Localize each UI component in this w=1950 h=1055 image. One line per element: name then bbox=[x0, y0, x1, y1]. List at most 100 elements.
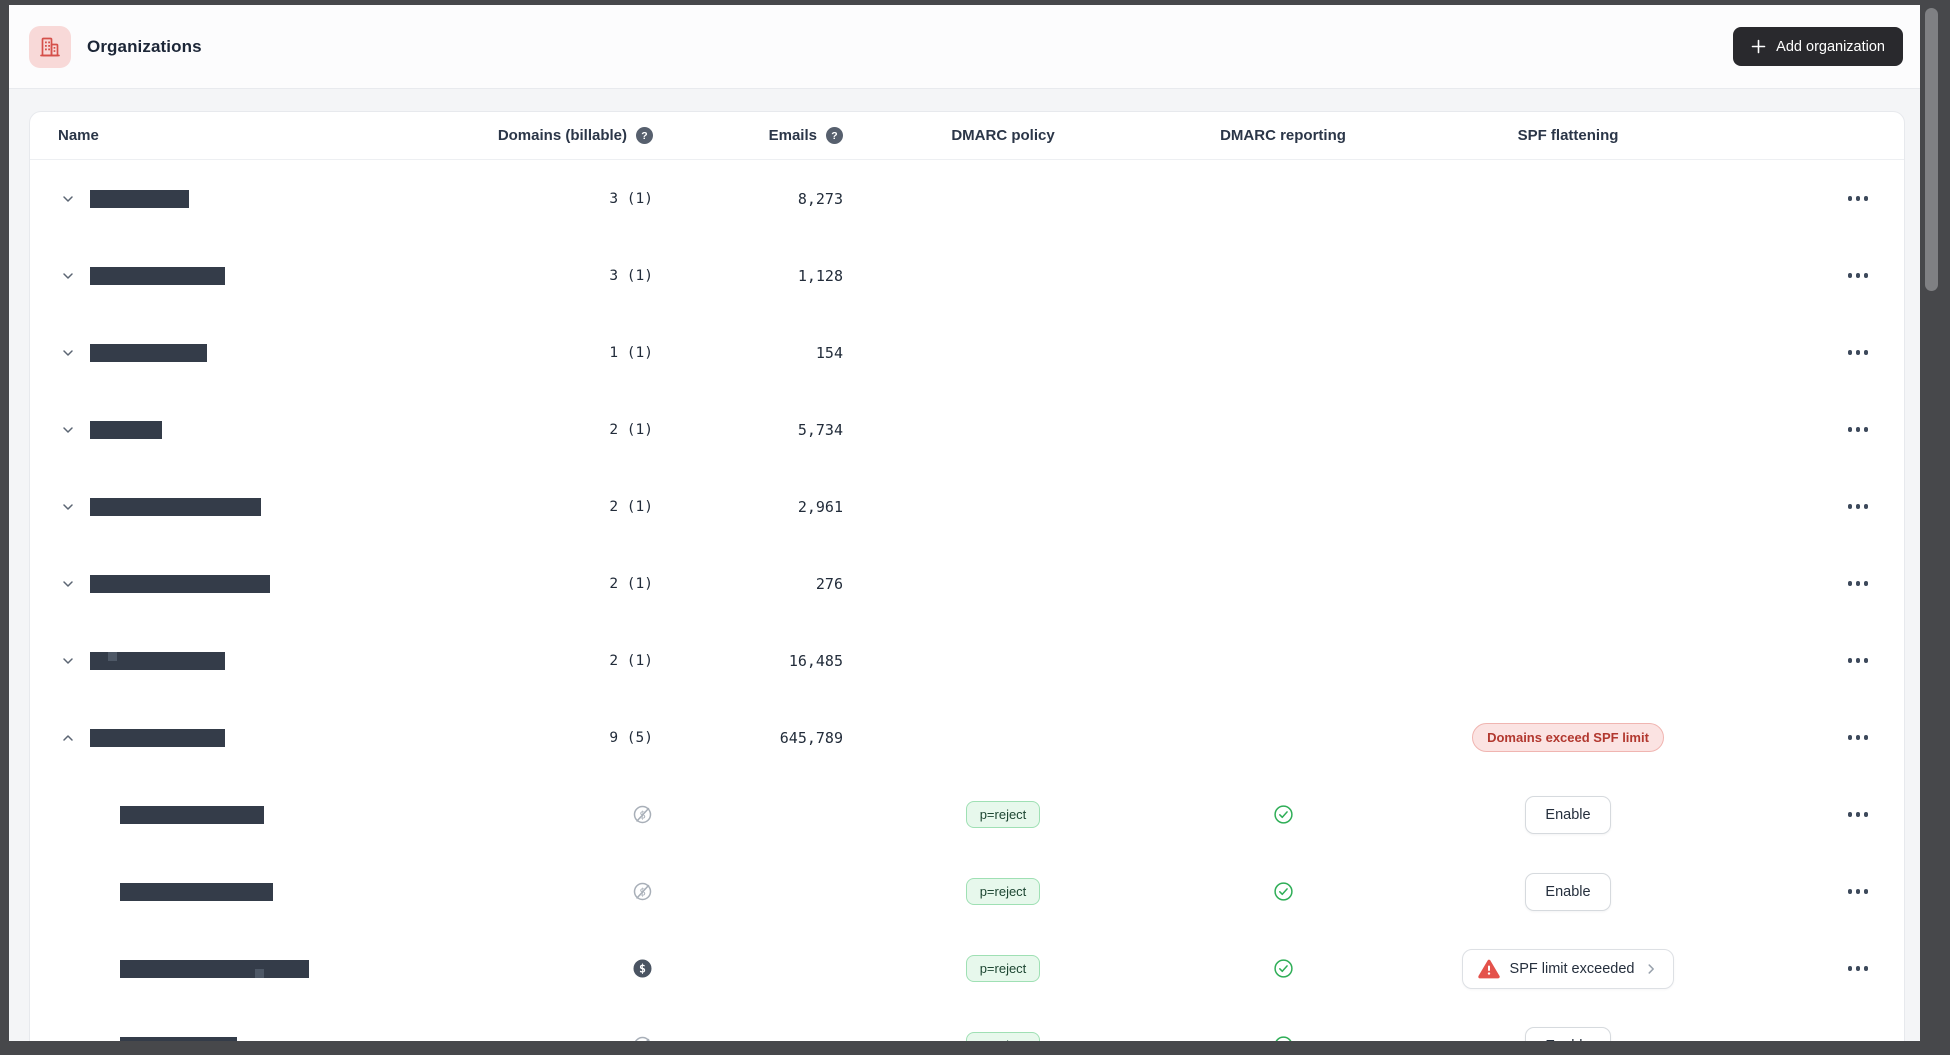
row-menu-button[interactable] bbox=[1846, 729, 1871, 746]
chevron-down-icon bbox=[63, 426, 73, 433]
warning-triangle-icon bbox=[1477, 959, 1500, 978]
domain-row[interactable]: $ p=reject Enable bbox=[30, 853, 1904, 930]
redacted-name bbox=[90, 651, 225, 670]
name-cell bbox=[58, 651, 488, 671]
row-menu-button[interactable] bbox=[1846, 652, 1871, 669]
chevron-down-icon bbox=[63, 272, 73, 279]
domain-row[interactable]: $ p=reject Enable bbox=[30, 776, 1904, 853]
domain-row[interactable]: $ p=reject SPF limit exceeded bbox=[30, 930, 1904, 1007]
name-cell bbox=[58, 420, 488, 440]
row-actions-cell bbox=[1733, 652, 1876, 669]
emails-count: 2,961 bbox=[797, 497, 843, 516]
dmarc-policy-cell: p=reject bbox=[843, 801, 1163, 828]
expand-row-button[interactable] bbox=[58, 651, 78, 671]
expand-row-button[interactable] bbox=[58, 266, 78, 286]
table-header-row: Name Domains (billable) ? Emails ? DMARC… bbox=[30, 112, 1904, 160]
emails-help-icon[interactable]: ? bbox=[826, 127, 843, 144]
expand-row-button[interactable] bbox=[58, 189, 78, 209]
spf-enable-button[interactable]: Enable bbox=[1525, 872, 1611, 911]
organization-row[interactable]: 2 (1) 276 bbox=[30, 545, 1904, 622]
top-bar: Organizations Add organization bbox=[9, 5, 1920, 89]
redacted-name bbox=[120, 882, 273, 901]
domains-count: 2 (1) bbox=[609, 652, 653, 669]
name-cell bbox=[58, 497, 488, 517]
name-cell bbox=[58, 882, 488, 901]
organization-row[interactable]: 2 (1) 5,734 bbox=[30, 391, 1904, 468]
row-actions-cell bbox=[1733, 267, 1876, 284]
dmarc-reporting-cell bbox=[1163, 804, 1403, 825]
domain-row[interactable]: $ p=reject Enable bbox=[30, 1007, 1904, 1041]
chevron-down-icon bbox=[63, 657, 73, 664]
expand-row-button[interactable] bbox=[58, 343, 78, 363]
domains-count: 9 (5) bbox=[609, 729, 653, 746]
redacted-name bbox=[90, 343, 207, 362]
spf-flattening-cell: Enable bbox=[1403, 1026, 1733, 1041]
chevron-down-icon bbox=[63, 349, 73, 356]
row-menu-button[interactable] bbox=[1846, 267, 1871, 284]
row-actions-cell bbox=[1733, 575, 1876, 592]
row-actions-cell bbox=[1733, 806, 1876, 823]
row-menu-button[interactable] bbox=[1846, 960, 1871, 977]
collapse-row-button[interactable] bbox=[58, 728, 78, 748]
redacted-name bbox=[120, 959, 309, 978]
dmarc-reporting-ok-icon bbox=[1273, 882, 1293, 901]
organization-row[interactable]: 1 (1) 154 bbox=[30, 314, 1904, 391]
row-menu-button[interactable] bbox=[1846, 806, 1871, 823]
name-cell bbox=[58, 1036, 488, 1041]
row-menu-button[interactable] bbox=[1846, 575, 1871, 592]
expand-row-button[interactable] bbox=[58, 420, 78, 440]
emails-count: 1,128 bbox=[797, 266, 843, 285]
row-actions-cell bbox=[1733, 729, 1876, 746]
expand-row-button[interactable] bbox=[58, 497, 78, 517]
add-organization-button[interactable]: Add organization bbox=[1733, 27, 1903, 66]
organization-row[interactable]: 2 (1) 2,961 bbox=[30, 468, 1904, 545]
page-body: Name Domains (billable) ? Emails ? DMARC… bbox=[9, 89, 1920, 1041]
row-menu-button[interactable] bbox=[1846, 190, 1871, 207]
dmarc-policy-badge: p=reject bbox=[965, 801, 1041, 828]
name-cell bbox=[58, 728, 488, 748]
domains-help-icon[interactable]: ? bbox=[636, 127, 653, 144]
organization-row[interactable]: 2 (1) 16,485 bbox=[30, 622, 1904, 699]
non-billable-icon: $ bbox=[634, 1036, 651, 1041]
organizations-table-card: Name Domains (billable) ? Emails ? DMARC… bbox=[29, 111, 1905, 1041]
dmarc-reporting-cell bbox=[1163, 1035, 1403, 1041]
spf-limit-exceeded-button[interactable]: SPF limit exceeded bbox=[1461, 948, 1675, 989]
domains-count: 2 (1) bbox=[609, 498, 653, 515]
vertical-scrollbar-thumb[interactable] bbox=[1925, 8, 1938, 291]
redacted-name bbox=[120, 1036, 237, 1041]
expand-row-button[interactable] bbox=[58, 574, 78, 594]
name-cell bbox=[58, 189, 488, 209]
emails-count: 645,789 bbox=[779, 728, 843, 747]
dmarc-reporting-ok-icon bbox=[1275, 1036, 1291, 1041]
row-menu-button[interactable] bbox=[1846, 498, 1871, 515]
plus-icon bbox=[1751, 39, 1766, 54]
table-body: 3 (1) 8,273 3 (1) 1,128 1 (1) 154 2 (1) 5,734 2 … bbox=[30, 160, 1904, 1041]
row-actions-cell bbox=[1733, 883, 1876, 900]
chevron-down-icon bbox=[63, 503, 73, 510]
name-cell bbox=[58, 959, 488, 978]
row-actions-cell bbox=[1733, 1037, 1876, 1041]
chevron-right-icon bbox=[1648, 963, 1655, 974]
row-menu-button[interactable] bbox=[1846, 344, 1871, 361]
column-header-domains: Domains (billable) ? bbox=[488, 127, 653, 144]
organization-row[interactable]: 3 (1) 8,273 bbox=[30, 160, 1904, 237]
svg-text:$: $ bbox=[639, 962, 646, 976]
billable-icon: $ bbox=[633, 959, 652, 978]
domain-billing-cell: $ bbox=[488, 1035, 653, 1041]
row-actions-cell bbox=[1733, 421, 1876, 438]
spf-flattening-cell: Enable bbox=[1403, 872, 1733, 911]
organization-row[interactable]: 9 (5) 645,789 Domains exceed SPF limit bbox=[30, 699, 1904, 776]
redacted-name bbox=[90, 728, 225, 747]
emails-count: 16,485 bbox=[788, 651, 843, 670]
dmarc-policy-cell: p=reject bbox=[843, 1032, 1163, 1041]
row-menu-button[interactable] bbox=[1846, 883, 1871, 900]
dmarc-policy-badge: p=reject bbox=[965, 955, 1041, 982]
name-cell bbox=[58, 266, 488, 286]
organization-row[interactable]: 3 (1) 1,128 bbox=[30, 237, 1904, 314]
name-cell bbox=[58, 343, 488, 363]
row-menu-button[interactable] bbox=[1846, 421, 1871, 438]
spf-enable-button[interactable]: Enable bbox=[1525, 1026, 1611, 1041]
row-menu-button[interactable] bbox=[1846, 1037, 1871, 1041]
emails-count: 276 bbox=[815, 574, 843, 593]
spf-enable-button[interactable]: Enable bbox=[1525, 795, 1611, 834]
